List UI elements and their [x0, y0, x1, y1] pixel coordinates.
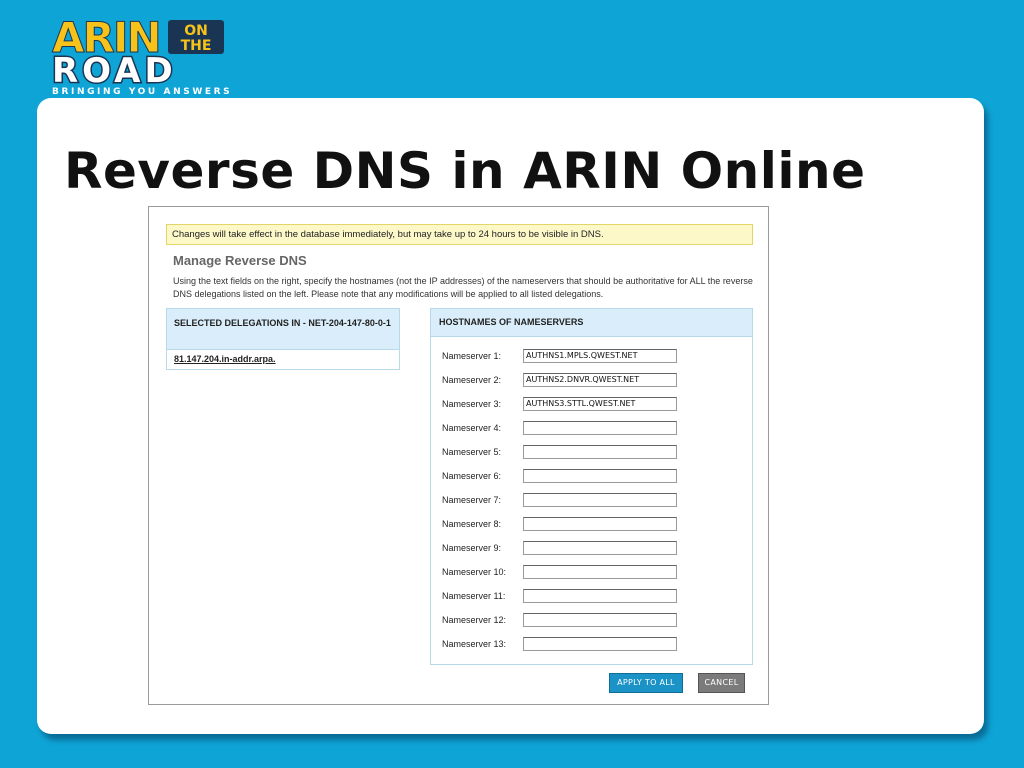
- apply-to-all-button[interactable]: APPLY TO ALL: [609, 673, 683, 693]
- nameserver-label: Nameserver 11:: [442, 591, 506, 601]
- nameserver-input[interactable]: [523, 445, 677, 459]
- nameserver-row: Nameserver 10:: [442, 565, 742, 581]
- nameservers-panel: HOSTNAMES OF NAMESERVERS Nameserver 1: AU…: [430, 308, 753, 665]
- nameserver-input[interactable]: [523, 589, 677, 603]
- delegation-link[interactable]: 81.147.204.in-addr.arpa.: [167, 350, 399, 368]
- nameserver-input[interactable]: AUTHNS3.STTL.QWEST.NET: [523, 397, 677, 411]
- arin-on-the-road-logo: ARIN ON THE ROAD BRINGING YOU ANSWERS: [50, 8, 240, 97]
- intro-text: Using the text fields on the right, spec…: [173, 276, 753, 299]
- section-title: Manage Reverse DNS: [173, 253, 307, 268]
- nameserver-input[interactable]: [523, 517, 677, 531]
- manage-reverse-dns-screenshot: Changes will take effect in the database…: [148, 206, 769, 705]
- nameserver-input[interactable]: AUTHNS1.MPLS.QWEST.NET: [523, 349, 677, 363]
- nameserver-row: Nameserver 6:: [442, 469, 742, 485]
- nameserver-row: Nameserver 8:: [442, 517, 742, 533]
- nameserver-label: Nameserver 13:: [442, 639, 507, 649]
- nameserver-label: Nameserver 12:: [442, 615, 507, 625]
- nameserver-row: Nameserver 3: AUTHNS3.STTL.QWEST.NET: [442, 397, 742, 413]
- nameserver-label: Nameserver 10:: [442, 567, 507, 577]
- nameserver-row: Nameserver 7:: [442, 493, 742, 509]
- logo-tagline: BRINGING YOU ANSWERS: [52, 87, 232, 96]
- nameserver-label: Nameserver 4:: [442, 423, 502, 433]
- nameserver-label: Nameserver 7:: [442, 495, 502, 505]
- nameserver-row: Nameserver 4:: [442, 421, 742, 437]
- notice-banner: Changes will take effect in the database…: [166, 224, 753, 245]
- nameserver-label: Nameserver 9:: [442, 543, 502, 553]
- nameserver-input[interactable]: [523, 565, 677, 579]
- logo-on-text: ON: [184, 23, 208, 39]
- nameserver-input[interactable]: [523, 469, 677, 483]
- nameserver-row: Nameserver 13:: [442, 637, 742, 653]
- nameserver-label: Nameserver 8:: [442, 519, 502, 529]
- nameserver-label: Nameserver 5:: [442, 447, 502, 457]
- nameserver-input[interactable]: [523, 613, 677, 627]
- nameserver-row: Nameserver 5:: [442, 445, 742, 461]
- nameserver-input[interactable]: [523, 541, 677, 555]
- slide-title: Reverse DNS in ARIN Online: [64, 142, 866, 200]
- nameserver-row: Nameserver 11:: [442, 589, 742, 605]
- nameserver-label: Nameserver 6:: [442, 471, 502, 481]
- nameserver-input[interactable]: [523, 421, 677, 435]
- nameserver-input[interactable]: [523, 493, 677, 507]
- nameserver-input[interactable]: [523, 637, 677, 651]
- nameserver-row: Nameserver 2: AUTHNS2.DNVR.QWEST.NET: [442, 373, 742, 389]
- nameserver-input[interactable]: AUTHNS2.DNVR.QWEST.NET: [523, 373, 677, 387]
- nameserver-row: Nameserver 9:: [442, 541, 742, 557]
- nameserver-label: Nameserver 2:: [442, 375, 502, 385]
- cancel-button[interactable]: CANCEL: [698, 673, 745, 693]
- logo-road-text: ROAD: [52, 51, 177, 91]
- nameserver-row: Nameserver 12:: [442, 613, 742, 629]
- delegations-panel: SELECTED DELEGATIONS IN - NET-204-147-80…: [166, 308, 400, 370]
- nameserver-label: Nameserver 3:: [442, 399, 502, 409]
- delegations-header: SELECTED DELEGATIONS IN - NET-204-147-80…: [167, 309, 399, 350]
- nameservers-header: HOSTNAMES OF NAMESERVERS: [431, 309, 752, 337]
- nameserver-label: Nameserver 1:: [442, 351, 502, 361]
- logo-the-text: THE: [181, 38, 212, 54]
- nameserver-row: Nameserver 1: AUTHNS1.MPLS.QWEST.NET: [442, 349, 742, 365]
